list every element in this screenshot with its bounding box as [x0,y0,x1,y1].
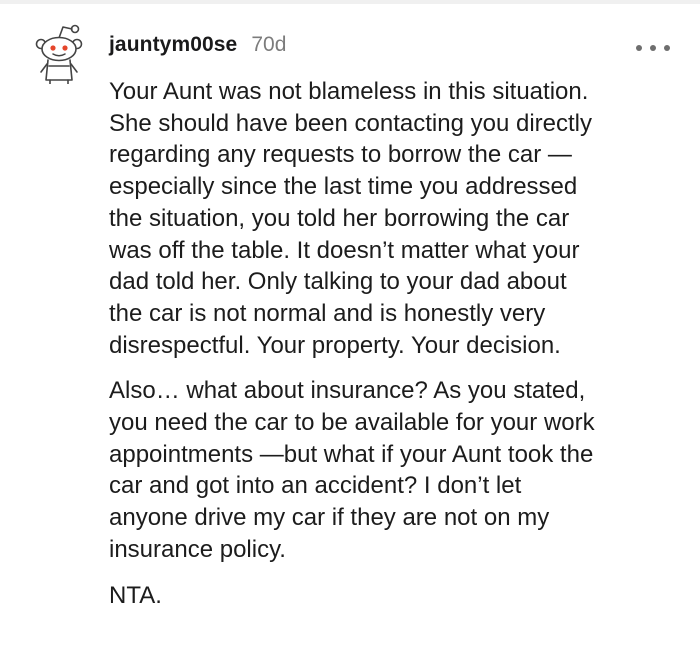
comment-header: jauntym00se 70d [109,33,286,63]
dot [664,45,670,51]
comment-age: 70d [251,33,287,56]
reddit-snoo-avatar-icon[interactable] [28,18,90,84]
comment-paragraph: NTA. [109,581,162,609]
comment-paragraph: Your Aunt was not blameless in this situ… [109,78,592,359]
comment-paragraph: Also… what about insurance? As you state… [109,377,595,563]
comment-card: jauntym00se 70d Your Aunt was not blamel… [0,0,700,653]
dot [636,45,642,51]
more-options-icon[interactable] [636,36,670,60]
username[interactable]: jauntym00se [109,33,237,57]
dot [650,45,656,51]
comment-body: Your Aunt was not blameless in this situ… [109,76,684,625]
